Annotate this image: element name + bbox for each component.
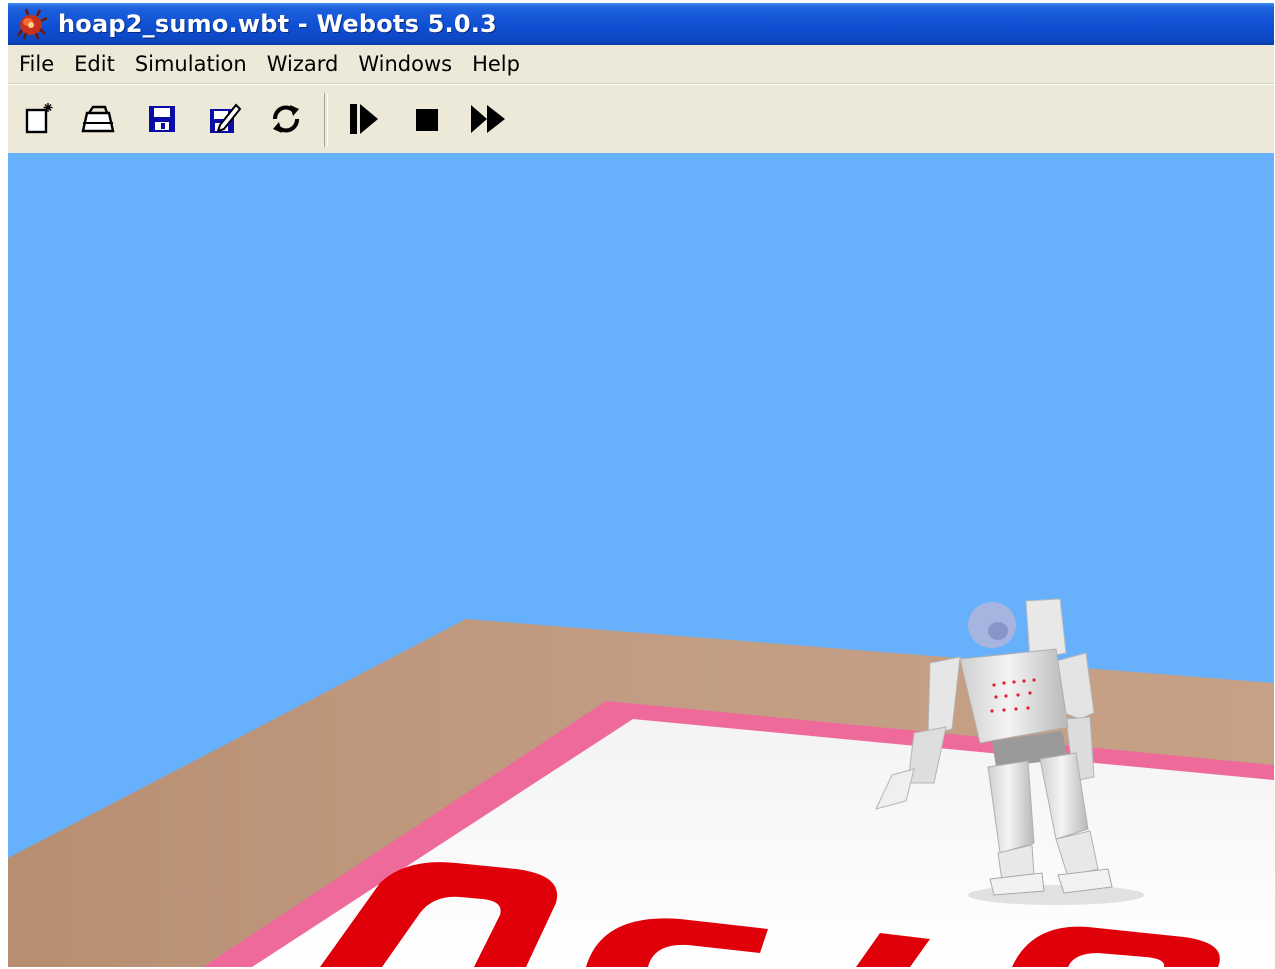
revert-button[interactable] xyxy=(266,99,306,139)
stop-icon xyxy=(416,109,438,131)
menu-bar: File Edit Simulation Wizard Windows Help xyxy=(8,45,1274,84)
application-window: hoap2_sumo.wbt - Webots 5.0.3 File Edit … xyxy=(8,3,1274,967)
open-folder-icon xyxy=(81,105,115,133)
menu-edit[interactable]: Edit xyxy=(64,47,125,81)
menu-file[interactable]: File xyxy=(8,47,64,81)
3d-view[interactable] xyxy=(8,153,1274,967)
window-title: hoap2_sumo.wbt - Webots 5.0.3 xyxy=(58,10,497,38)
run-button[interactable] xyxy=(468,99,508,139)
menu-help[interactable]: Help xyxy=(462,47,530,81)
save-edit-icon xyxy=(210,103,242,133)
toolbar xyxy=(8,84,1274,153)
menu-simulation[interactable]: Simulation xyxy=(125,47,257,81)
save-as-button[interactable] xyxy=(204,99,244,139)
step-icon xyxy=(350,104,378,134)
save-world-button[interactable] xyxy=(142,99,182,139)
title-bar[interactable]: hoap2_sumo.wbt - Webots 5.0.3 xyxy=(8,3,1274,45)
open-world-button[interactable] xyxy=(78,99,118,139)
fast-forward-icon xyxy=(471,105,505,133)
new-world-button[interactable] xyxy=(20,99,60,139)
save-disk-icon xyxy=(149,106,175,132)
menu-wizard[interactable]: Wizard xyxy=(257,47,349,81)
toolbar-separator xyxy=(324,93,328,147)
step-button[interactable] xyxy=(344,99,384,139)
webots-logo-icon xyxy=(16,8,48,40)
new-document-icon xyxy=(25,103,53,134)
sumo-arena-scene xyxy=(8,598,1274,967)
stop-button[interactable] xyxy=(406,99,446,139)
menu-windows[interactable]: Windows xyxy=(348,47,462,81)
revert-refresh-icon xyxy=(273,105,299,133)
